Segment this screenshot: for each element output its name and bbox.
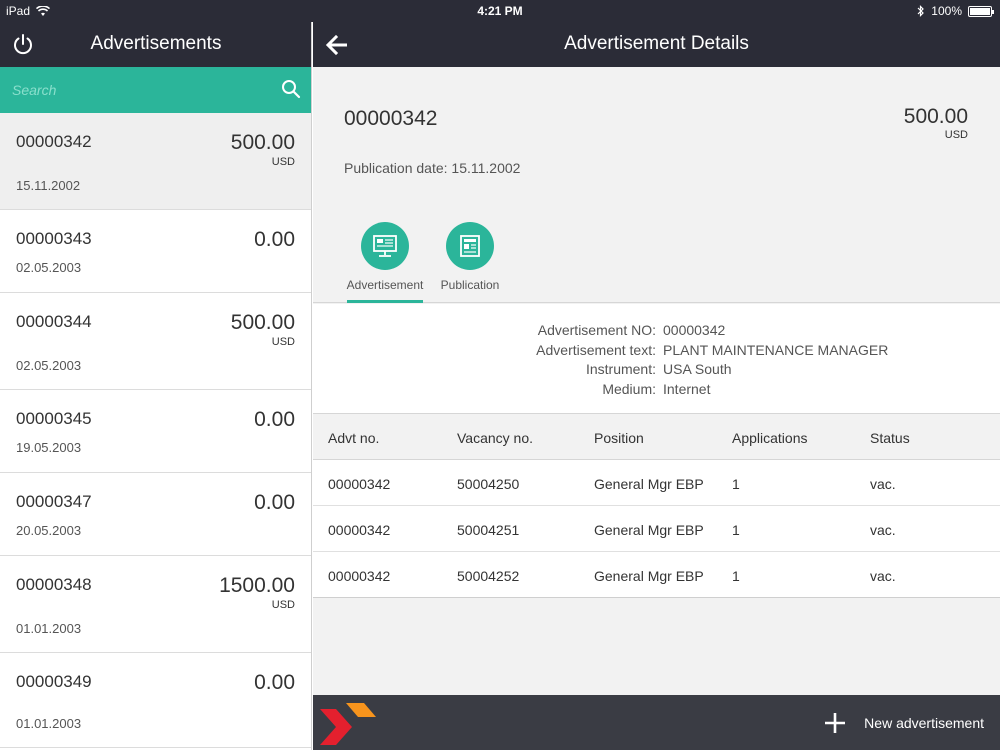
advertisement-id: 00000349 xyxy=(16,672,92,691)
list-header: Advertisements xyxy=(0,22,311,67)
info-value: Internet xyxy=(663,381,711,397)
table-row[interactable]: 00000342 50004252 General Mgr EBP 1 vac. xyxy=(313,552,1000,598)
advertisement-date: 20.05.2003 xyxy=(16,523,82,538)
column-header: Position xyxy=(594,430,644,446)
table-cell: General Mgr EBP xyxy=(594,476,704,492)
tab-publication[interactable]: Publication xyxy=(430,222,510,303)
detail-amount: 500.00 xyxy=(903,105,968,128)
status-bar: iPad 4:21 PM 100% xyxy=(0,0,1000,22)
table-row[interactable]: 00000342 50004251 General Mgr EBP 1 vac. xyxy=(313,506,1000,552)
table-cell: 1 xyxy=(732,476,740,492)
table-row[interactable]: 00000342 50004250 General Mgr EBP 1 vac. xyxy=(313,460,1000,506)
advertisement-monitor-icon xyxy=(373,235,397,257)
search-input[interactable] xyxy=(0,67,270,113)
new-advertisement-label: New advertisement xyxy=(864,715,984,731)
tab-publication-label: Publication xyxy=(440,278,500,292)
advertisement-amount: 0.00 xyxy=(254,671,295,694)
table-cell: 50004250 xyxy=(457,476,520,492)
table-cell: General Mgr EBP xyxy=(594,568,704,584)
detail-id: 00000342 xyxy=(344,107,438,130)
table-cell: 1 xyxy=(732,568,740,584)
advertisement-list-pane: Advertisements 00000342 500.00 USD 15.11.20… xyxy=(0,22,312,750)
list-item[interactable]: 00000342 500.00 USD 15.11.2002 xyxy=(0,113,311,210)
advertisement-amount: 500.00 xyxy=(230,311,295,334)
battery-icon xyxy=(968,5,994,17)
advertisement-id: 00000342 xyxy=(16,132,92,151)
detail-currency: USD xyxy=(944,129,968,141)
tab-advertisement-label: Advertisement xyxy=(346,278,424,292)
search-icon[interactable] xyxy=(281,79,301,99)
info-label: Advertisement NO: xyxy=(537,322,656,338)
clock: 4:21 PM xyxy=(477,4,523,18)
footer-toolbar: New advertisement xyxy=(313,695,1000,750)
battery-percent: 100% xyxy=(931,4,962,18)
advertisement-id: 00000343 xyxy=(16,229,92,248)
advertisement-date: 15.11.2002 xyxy=(16,178,81,193)
advertisement-id: 00000344 xyxy=(16,312,92,331)
list-item[interactable]: 00000343 0.00 02.05.2003 xyxy=(0,210,311,293)
list-item[interactable]: 00000348 1500.00 USD 01.01.2003 xyxy=(0,556,311,653)
info-label: Advertisement text: xyxy=(536,342,656,358)
column-header: Status xyxy=(870,430,910,446)
table-cell: 00000342 xyxy=(328,476,391,492)
table-cell: 1 xyxy=(732,522,740,538)
plus-icon xyxy=(825,713,846,733)
table-cell: vac. xyxy=(870,476,896,492)
active-tab-indicator xyxy=(347,300,423,303)
advertisement-amount: 1500.00 xyxy=(219,574,295,597)
publication-newspaper-icon xyxy=(460,235,480,257)
advertisement-amount: 0.00 xyxy=(254,408,295,431)
info-label: Instrument: xyxy=(585,361,656,377)
table-cell: 50004251 xyxy=(457,522,520,538)
info-value: 00000342 xyxy=(663,322,726,338)
advertisement-amount: 500.00 xyxy=(230,131,295,154)
details-title: Advertisement Details xyxy=(564,33,749,54)
advertisement-id: 00000345 xyxy=(16,409,92,428)
column-header: Advt no. xyxy=(328,430,380,446)
advertisement-date: 19.05.2003 xyxy=(16,440,82,455)
list-title: Advertisements xyxy=(90,33,222,54)
advertisement-currency: USD xyxy=(271,156,295,168)
advertisement-date: 02.05.2003 xyxy=(16,260,82,275)
table-header: Advt no. Vacancy no. Position Applicatio… xyxy=(313,414,1000,460)
advertisement-date: 01.01.2003 xyxy=(16,621,82,636)
tab-advertisement[interactable]: Advertisement xyxy=(345,222,425,303)
advertisement-currency: USD xyxy=(271,336,295,348)
bluetooth-icon xyxy=(917,5,925,17)
details-pane: Advertisement Details 00000342 500.00 US… xyxy=(313,22,1000,750)
info-label: Medium: xyxy=(602,381,656,397)
advertisement-info: Advertisement NO: 00000342 Advertisement… xyxy=(313,304,1000,414)
vacancy-table: Advt no. Vacancy no. Position Applicatio… xyxy=(313,414,1000,598)
publication-date: Publication date: 15.11.2002 xyxy=(344,160,521,176)
search-bar xyxy=(0,67,311,113)
company-logo xyxy=(320,703,376,745)
detail-summary: 00000342 500.00 USD Publication date: 15… xyxy=(313,67,1000,303)
list-item[interactable]: 00000344 500.00 USD 02.05.2003 xyxy=(0,293,311,390)
table-cell: 00000342 xyxy=(328,568,391,584)
table-cell: 00000342 xyxy=(328,522,391,538)
table-cell: General Mgr EBP xyxy=(594,522,704,538)
advertisement-amount: 0.00 xyxy=(254,491,295,514)
advertisement-amount: 0.00 xyxy=(254,228,295,251)
column-header: Applications xyxy=(732,430,808,446)
info-value: USA South xyxy=(663,361,732,377)
advertisement-date: 01.01.2003 xyxy=(16,716,82,731)
list-item[interactable]: 00000347 0.00 20.05.2003 xyxy=(0,473,311,556)
new-advertisement-button[interactable]: New advertisement xyxy=(824,709,984,737)
details-header: Advertisement Details xyxy=(313,22,1000,67)
table-cell: vac. xyxy=(870,522,896,538)
advertisement-id: 00000347 xyxy=(16,492,92,511)
advertisement-currency: USD xyxy=(271,599,295,611)
info-value: PLANT MAINTENANCE MANAGER xyxy=(663,342,889,358)
table-cell: vac. xyxy=(870,568,896,584)
advertisement-list: 00000342 500.00 USD 15.11.2002 00000343 0.00 0… xyxy=(0,113,311,748)
table-cell: 50004252 xyxy=(457,568,520,584)
list-item[interactable]: 00000345 0.00 19.05.2003 xyxy=(0,390,311,473)
list-item[interactable]: 00000349 0.00 01.01.2003 xyxy=(0,653,311,748)
advertisement-id: 00000348 xyxy=(16,575,92,594)
advertisement-date: 02.05.2003 xyxy=(16,358,82,373)
column-header: Vacancy no. xyxy=(457,430,534,446)
